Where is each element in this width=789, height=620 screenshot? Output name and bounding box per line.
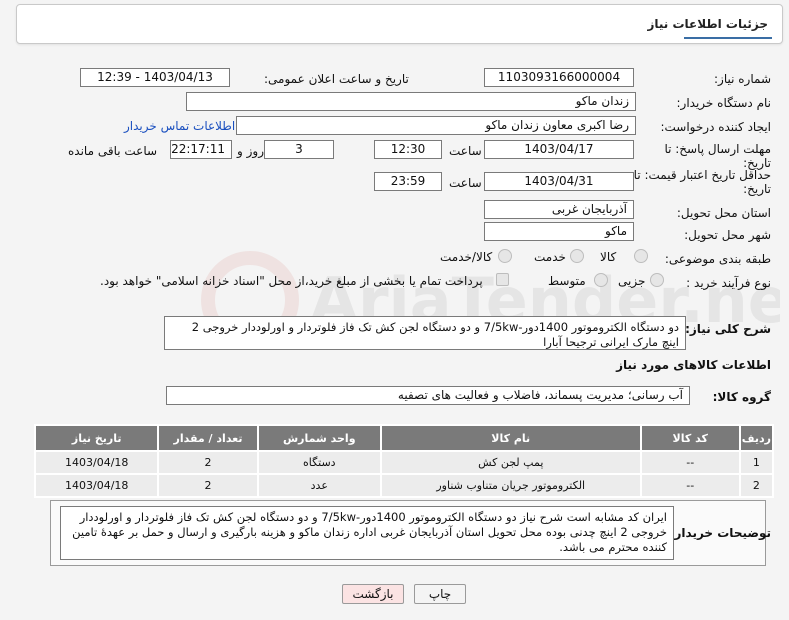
category-radio-service[interactable] bbox=[570, 249, 584, 263]
process-option-minor: جزیی bbox=[618, 274, 646, 288]
col-code: کد کالا bbox=[639, 424, 741, 452]
days-remaining-field: 3 bbox=[264, 140, 334, 159]
cell-quantity: 2 bbox=[157, 450, 259, 475]
remaining-time-field: 22:17:11 bbox=[170, 140, 232, 159]
validity-date-field: 1403/04/31 bbox=[484, 172, 634, 191]
col-row: ردیف bbox=[738, 424, 775, 452]
category-radio-goods-service[interactable] bbox=[498, 249, 512, 263]
category-option-service: خدمت bbox=[534, 250, 566, 264]
process-option-medium: متوسط bbox=[548, 274, 586, 288]
summary-label: شرح کلی نیاز: bbox=[685, 322, 771, 336]
process-radio-minor[interactable] bbox=[650, 273, 664, 287]
announce-field: 1403/04/13 - 12:39 bbox=[80, 68, 230, 87]
cell-code: -- bbox=[639, 473, 741, 498]
deadline-date-field: 1403/04/17 bbox=[484, 140, 634, 159]
buyer-org-field: زندان ماکو bbox=[186, 92, 636, 111]
cell-name: الکتروموتور جریان متناوب شناور bbox=[379, 473, 642, 498]
city-field: ماکو bbox=[484, 222, 634, 241]
col-need-date: تاریخ نیاز bbox=[33, 424, 160, 452]
category-radio-goods[interactable] bbox=[634, 249, 648, 263]
requester-label: ایجاد کننده درخواست: bbox=[660, 120, 771, 134]
province-label: استان محل تحویل: bbox=[676, 206, 771, 220]
days-label: روز و bbox=[237, 144, 264, 158]
cell-unit: عدد bbox=[256, 473, 382, 498]
buyer-notes-text: ایران کد مشابه است شرح نیاز دو دستگاه ال… bbox=[60, 506, 674, 560]
summary-text: دو دستگاه الکتروموتور 1400دور-7/5kw و دو… bbox=[164, 316, 686, 350]
cell-row: 2 bbox=[738, 473, 775, 498]
deadline-label: مهلت ارسال پاسخ: تا bbox=[664, 142, 771, 156]
city-label: شهر محل تحویل: bbox=[684, 228, 771, 242]
print-button[interactable]: چاپ bbox=[414, 584, 466, 604]
goods-table-header: ردیف کد کالا نام کالا واحد شمارش تعداد /… bbox=[33, 424, 775, 452]
goods-group-label: گروه کالا: bbox=[712, 390, 771, 404]
announce-label: تاریخ و ساعت اعلان عمومی: bbox=[264, 72, 409, 86]
col-unit: واحد شمارش bbox=[256, 424, 382, 452]
cell-need-date: 1403/04/18 bbox=[33, 473, 160, 498]
validity-time-label: ساعت bbox=[449, 176, 482, 190]
table-row: 2 -- الکتروموتور جریان متناوب شناور عدد … bbox=[33, 473, 775, 498]
col-quantity: تعداد / مقدار bbox=[157, 424, 259, 452]
province-field: آذربایجان غربی bbox=[484, 200, 634, 219]
deadline-time-label: ساعت bbox=[449, 144, 482, 158]
goods-section-title: اطلاعات کالاهای مورد نیاز bbox=[616, 358, 771, 372]
process-radio-medium[interactable] bbox=[594, 273, 608, 287]
cell-need-date: 1403/04/18 bbox=[33, 450, 160, 475]
buyer-org-label: نام دستگاه خریدار: bbox=[676, 96, 772, 110]
category-option-goods: کالا bbox=[600, 250, 617, 264]
page-title: جزئیات اطلاعات نیاز bbox=[647, 17, 768, 31]
buyer-notes-label: توضیحات خریدار: bbox=[669, 526, 771, 540]
contact-info-link[interactable]: اطلاعات تماس خریدار bbox=[124, 119, 235, 133]
validity-label: حداقل تاریخ اعتبار قیمت: تا bbox=[633, 168, 771, 182]
treasury-payment-note: پرداخت تمام یا بخشی از مبلغ خرید،از محل … bbox=[100, 274, 483, 288]
title-underline bbox=[684, 37, 772, 39]
deadline-time-field: 12:30 bbox=[374, 140, 442, 159]
need-number-label: شماره نیاز: bbox=[714, 72, 771, 86]
remaining-time-label: ساعت باقی مانده bbox=[68, 144, 158, 158]
need-number-field: 1103093166000004 bbox=[484, 68, 634, 87]
cell-code: -- bbox=[639, 450, 741, 475]
cell-unit: دستگاه bbox=[256, 450, 382, 475]
cell-quantity: 2 bbox=[157, 473, 259, 498]
back-button[interactable]: بازگشت bbox=[342, 584, 404, 604]
requester-field: رضا اکبری معاون زندان ماکو bbox=[236, 116, 636, 135]
cell-row: 1 bbox=[738, 450, 775, 475]
category-option-goods-service: کالا/خدمت bbox=[440, 250, 493, 264]
details-panel-header: جزئیات اطلاعات نیاز bbox=[16, 4, 783, 44]
goods-group-field: آب رسانی؛ مدیریت پسماند، فاضلاب و فعالیت… bbox=[166, 386, 690, 405]
cell-name: پمپ لجن کش bbox=[379, 450, 642, 475]
table-row: 1 -- پمپ لجن کش دستگاه 2 1403/04/18 bbox=[33, 450, 775, 475]
treasury-payment-checkbox[interactable] bbox=[496, 273, 509, 286]
category-label: طبقه بندی موضوعی: bbox=[664, 252, 771, 266]
validity-time-field: 23:59 bbox=[374, 172, 442, 191]
process-label: نوع فرآیند خرید : bbox=[686, 276, 771, 290]
col-name: نام کالا bbox=[379, 424, 642, 452]
validity-date-label: تاریخ: bbox=[743, 182, 771, 196]
goods-table: ردیف کد کالا نام کالا واحد شمارش تعداد /… bbox=[33, 424, 775, 498]
